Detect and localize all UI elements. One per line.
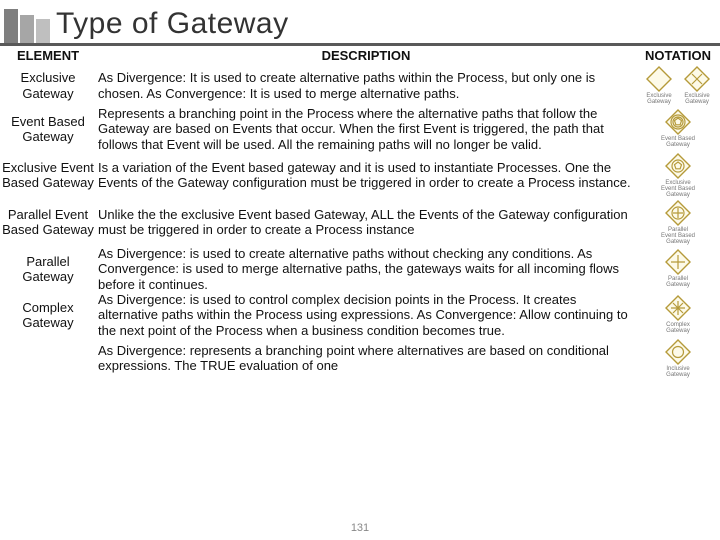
complex-icon: Complex Gateway xyxy=(660,295,696,334)
element-description: As Divergence: is used to control comple… xyxy=(96,292,636,338)
element-description: Is a variation of the Event based gatewa… xyxy=(96,152,636,199)
page-number: 131 xyxy=(0,522,720,534)
table-row: As Divergence: represents a branching po… xyxy=(0,338,720,379)
element-name: Event Based Gateway xyxy=(0,106,96,152)
col-notation: NOTATION xyxy=(636,46,720,65)
table-row: Parallel GatewayAs Divergence: is used t… xyxy=(0,246,720,292)
element-description: As Divergence: It is used to create alte… xyxy=(96,65,636,106)
element-name: Parallel Gateway xyxy=(0,246,96,292)
col-element: ELEMENT xyxy=(0,46,96,65)
element-description: As Divergence: represents a branching po… xyxy=(96,338,636,379)
element-name: Exclusive Gateway xyxy=(0,65,96,106)
title-bar: Type of Gateway xyxy=(0,0,720,46)
element-description: Unlike the the exclusive Event based Gat… xyxy=(96,199,636,246)
icon-caption: Complex Gateway xyxy=(660,322,696,334)
exclusive-x-icon: Exclusive Gateway xyxy=(679,66,715,105)
table-row: Exclusive GatewayAs Divergence: It is us… xyxy=(0,65,720,106)
gateway-table: ELEMENT DESCRIPTION NOTATION Exclusive G… xyxy=(0,46,720,379)
element-notation: Event Based Gateway xyxy=(636,106,720,152)
parallel-icon: Parallel Gateway xyxy=(660,249,696,288)
element-name: Complex Gateway xyxy=(0,292,96,338)
decor-block xyxy=(20,15,34,43)
icon-caption: Event Based Gateway xyxy=(660,136,696,148)
element-notation: Complex Gateway xyxy=(636,292,720,338)
icon-caption: Parallel Event Based Gateway xyxy=(660,227,696,245)
element-notation: Exclusive GatewayExclusive Gateway xyxy=(636,65,720,106)
element-notation: Parallel Event Based Gateway xyxy=(636,199,720,246)
parallel-event-icon: Parallel Event Based Gateway xyxy=(660,200,696,245)
icon-caption: Exclusive Gateway xyxy=(679,93,715,105)
event-based-icon: Event Based Gateway xyxy=(660,109,696,148)
table-row: Exclusive Event Based GatewayIs a variat… xyxy=(0,152,720,199)
element-description: As Divergence: is used to create alterna… xyxy=(96,246,636,292)
element-notation: Inclusive Gateway xyxy=(636,338,720,379)
element-name xyxy=(0,338,96,379)
table-header-row: ELEMENT DESCRIPTION NOTATION xyxy=(0,46,720,65)
title-decor xyxy=(4,2,50,43)
element-name: Parallel Event Based Gateway xyxy=(0,199,96,246)
decor-block xyxy=(36,19,50,43)
decor-block xyxy=(4,9,18,43)
event-based-single-icon: Exclusive Event Based Gateway xyxy=(660,153,696,198)
table-row: Complex GatewayAs Divergence: is used to… xyxy=(0,292,720,338)
element-notation: Parallel Gateway xyxy=(636,246,720,292)
table-row: Parallel Event Based GatewayUnlike the t… xyxy=(0,199,720,246)
icon-caption: Exclusive Event Based Gateway xyxy=(660,180,696,198)
element-name: Exclusive Event Based Gateway xyxy=(0,152,96,199)
page-title: Type of Gateway xyxy=(56,7,289,43)
element-description: Represents a branching point in the Proc… xyxy=(96,106,636,152)
inclusive-icon: Inclusive Gateway xyxy=(660,339,696,378)
icon-caption: Inclusive Gateway xyxy=(660,366,696,378)
exclusive-blank-icon: Exclusive Gateway xyxy=(641,66,677,105)
element-notation: Exclusive Event Based Gateway xyxy=(636,152,720,199)
col-description: DESCRIPTION xyxy=(96,46,636,65)
table-row: Event Based GatewayRepresents a branchin… xyxy=(0,106,720,152)
icon-caption: Parallel Gateway xyxy=(660,276,696,288)
icon-caption: Exclusive Gateway xyxy=(641,93,677,105)
